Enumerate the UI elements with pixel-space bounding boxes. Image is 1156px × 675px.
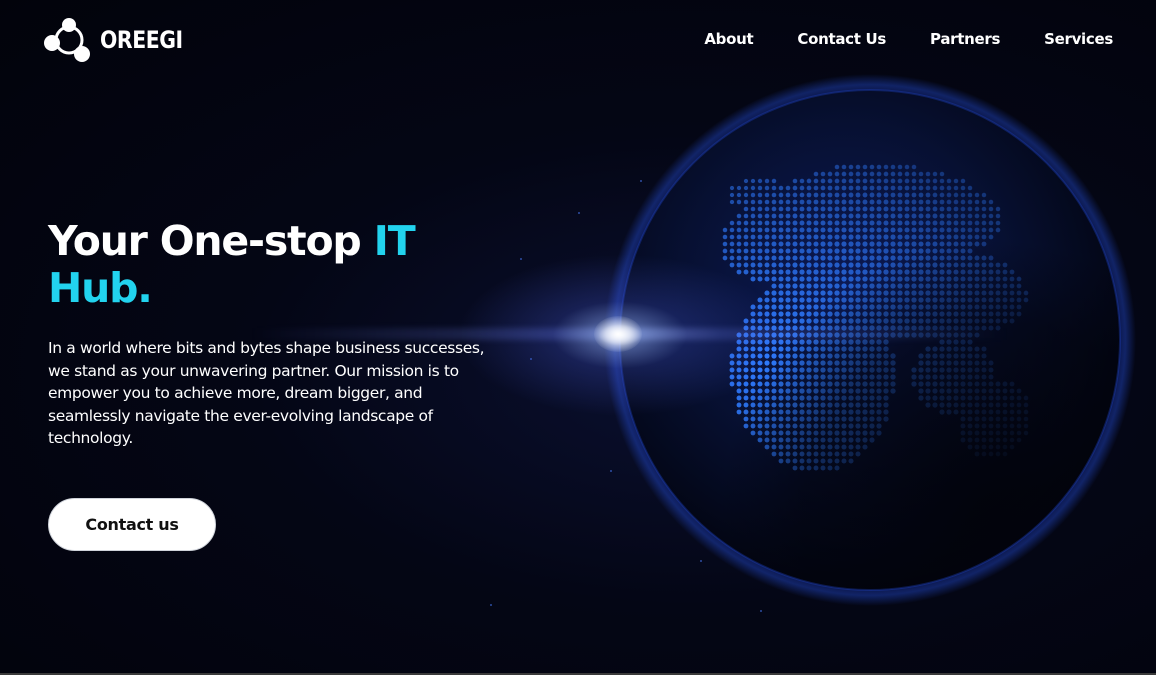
nav-link-services[interactable]: Services [1044, 30, 1113, 48]
brand-name: OREEGI [100, 26, 183, 54]
globe-illustration [560, 60, 1156, 673]
nav-link-about[interactable]: About [704, 30, 753, 48]
nav-link-contact-us[interactable]: Contact Us [797, 30, 886, 48]
hero-title-text: Your One-stop [48, 217, 374, 265]
main-nav: About Contact Us Partners Services [704, 30, 1113, 48]
lens-flare-core [594, 316, 642, 352]
hero-title-accent-it: IT [373, 217, 416, 265]
brand-logo[interactable]: OREEGI [42, 16, 197, 64]
landing-page: OREEGI About Contact Us Partners Service… [0, 0, 1156, 675]
nav-link-partners[interactable]: Partners [930, 30, 1000, 48]
hero-title-accent-hub: Hub. [48, 264, 153, 312]
hero-description: In a world where bits and bytes shape bu… [48, 339, 485, 447]
contact-us-button[interactable]: Contact us [48, 498, 216, 551]
connected-nodes-icon [44, 18, 90, 62]
hero-title: Your One-stop IT Hub. [48, 218, 488, 312]
